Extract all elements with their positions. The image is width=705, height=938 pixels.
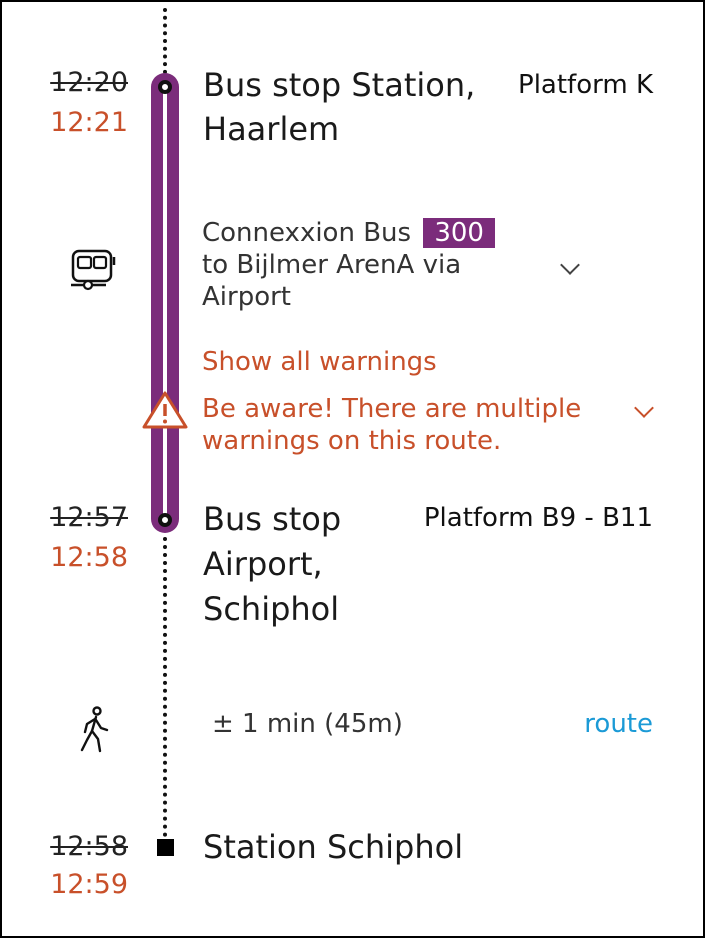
operator-name: Connexxion Bus — [202, 218, 412, 248]
walking-person-icon — [80, 706, 112, 758]
warning-message-line1: Be aware! There are multiple — [202, 394, 582, 424]
stop-1-name-line1: Bus stop Station, — [203, 66, 476, 104]
direction-line1: to Bijlmer ArenA via — [202, 250, 462, 280]
stop-1-platform: Platform K — [518, 70, 653, 100]
departure-stop-marker — [158, 80, 172, 94]
walking-line-top — [163, 8, 167, 74]
journey-details-panel — [0, 0, 705, 938]
stop-3-scheduled-time: 12:58 — [50, 831, 128, 862]
stop-3-name: Station Schiphol — [203, 828, 464, 866]
stop-1-actual-time: 12:21 — [50, 107, 128, 138]
stop-2-name-line1: Bus stop — [203, 500, 342, 538]
stop-2-name-line2: Airport, — [203, 545, 323, 583]
stop-2-platform: Platform B9 - B11 — [423, 503, 653, 533]
stop-1-scheduled-time: 12:20 — [50, 67, 128, 98]
stop-3-actual-time: 12:59 — [50, 869, 128, 900]
stop-2-actual-time: 12:58 — [50, 542, 128, 573]
warning-message-line2: warnings on this route. — [202, 426, 502, 456]
direction-line2: Airport — [202, 282, 291, 312]
walk-duration: ± 1 min (45m) — [212, 709, 403, 739]
destination-marker — [157, 839, 174, 856]
leg-description: Connexxion Bus 300 to Bijlmer ArenA via … — [202, 217, 542, 313]
warning-message: Be aware! There are multiple warnings on… — [202, 393, 622, 457]
show-all-warnings-link[interactable]: Show all warnings — [202, 347, 437, 377]
stop-1-name-line2: Haarlem — [203, 110, 340, 148]
arrival-stop-marker — [158, 513, 172, 527]
walking-line-bottom — [163, 537, 167, 837]
stop-2-scheduled-time: 12:57 — [50, 502, 128, 533]
stop-2-name-line3: Schiphol — [203, 590, 340, 628]
bus-icon — [70, 245, 120, 297]
line-number-badge: 300 — [423, 218, 495, 248]
walking-route-link[interactable]: route — [584, 709, 653, 739]
bus-line-bar-center — [163, 87, 167, 519]
warning-triangle-icon — [141, 390, 189, 434]
